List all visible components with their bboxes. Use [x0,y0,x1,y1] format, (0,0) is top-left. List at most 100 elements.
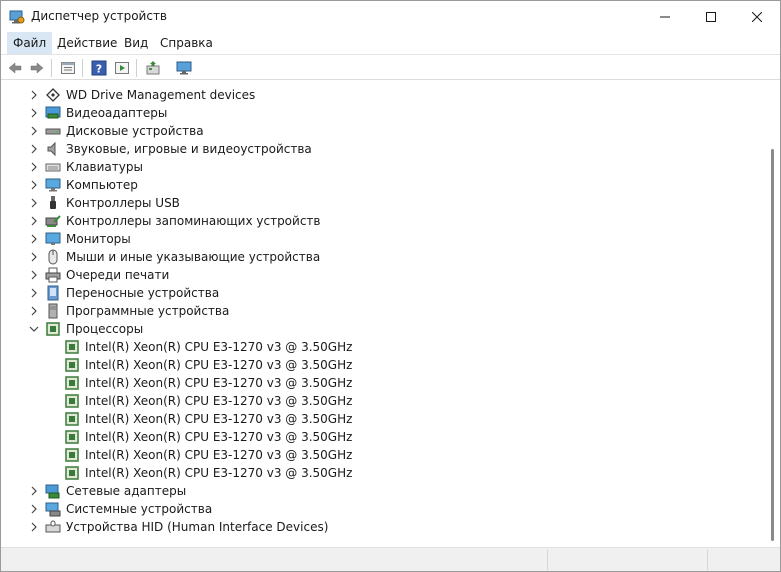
tree-device-item[interactable]: Intel(R) Xeon(R) CPU E3-1270 v3 @ 3.50GH… [1,338,761,356]
tree-category[interactable]: Мониторы [1,230,761,248]
run-button[interactable] [112,58,132,78]
tree-device-label: Intel(R) Xeon(R) CPU E3-1270 v3 @ 3.50GH… [85,448,353,462]
chevron-right-icon[interactable] [28,485,40,497]
chevron-right-icon[interactable] [28,89,40,101]
tree-category[interactable]: Процессоры [1,320,761,338]
processor-icon [64,411,80,427]
tree-category[interactable]: Дисковые устройства [1,122,761,140]
processor-icon [64,339,80,355]
processor-icon [64,447,80,463]
chevron-right-icon[interactable] [28,233,40,245]
tree-device-item[interactable]: Intel(R) Xeon(R) CPU E3-1270 v3 @ 3.50GH… [1,356,761,374]
tree-category[interactable]: Устройства HID (Human Interface Devices) [1,518,761,536]
close-button[interactable] [734,1,780,32]
chevron-right-icon[interactable] [28,107,40,119]
tree-category[interactable]: Клавиатуры [1,158,761,176]
chevron-right-icon[interactable] [28,521,40,533]
vertical-scrollbar[interactable] [766,81,780,547]
status-bar [1,547,780,571]
maximize-button[interactable] [688,1,734,32]
chevron-down-icon[interactable] [28,323,40,335]
tree-category-label: WD Drive Management devices [66,88,256,102]
chevron-right-icon[interactable] [28,287,40,299]
run-icon [115,62,129,74]
back-arrow-icon [8,62,22,74]
storage-controller-icon [45,213,61,229]
status-separator [707,550,708,570]
processor-icon [64,465,80,481]
toolbar: ? [1,54,780,80]
menu-view[interactable]: Вид [118,32,154,54]
tree-device-item[interactable]: Intel(R) Xeon(R) CPU E3-1270 v3 @ 3.50GH… [1,446,761,464]
processor-icon [45,321,61,337]
tree-category[interactable]: Контроллеры USB [1,194,761,212]
tree-category[interactable]: Компьютер [1,176,761,194]
processor-icon [64,393,80,409]
tree-category-label: Мыши и иные указывающие устройства [66,250,321,264]
update-driver-button[interactable] [143,58,163,78]
portable-device-icon [45,285,61,301]
properties-icon [61,62,75,74]
scan-hardware-button[interactable] [174,58,194,78]
chevron-right-icon[interactable] [28,251,40,263]
tree-device-item[interactable]: Intel(R) Xeon(R) CPU E3-1270 v3 @ 3.50GH… [1,410,761,428]
properties-button[interactable] [58,58,78,78]
minimize-button[interactable] [642,1,688,32]
tree-category-label: Процессоры [66,322,144,336]
usb-icon [45,195,61,211]
menu-bar: Файл Действие Вид Справка [1,32,780,54]
chevron-right-icon[interactable] [28,161,40,173]
monitor-icon [45,231,61,247]
disk-drive-icon [45,123,61,139]
tree-category[interactable]: Программные устройства [1,302,761,320]
chevron-right-icon[interactable] [28,503,40,515]
tree-category[interactable]: Системные устройства [1,500,761,518]
tree-category[interactable]: Сетевые адаптеры [1,482,761,500]
tree-category-label: Компьютер [66,178,138,192]
back-button[interactable] [5,58,25,78]
scan-hardware-icon [176,61,192,75]
tree-device-item[interactable]: Intel(R) Xeon(R) CPU E3-1270 v3 @ 3.50GH… [1,374,761,392]
chevron-right-icon[interactable] [28,197,40,209]
tree-category[interactable]: Очереди печати [1,266,761,284]
tree-category[interactable]: Контроллеры запоминающих устройств [1,212,761,230]
tree-category-label: Сетевые адаптеры [66,484,187,498]
toolbar-separator [82,59,83,77]
tree-device-label: Intel(R) Xeon(R) CPU E3-1270 v3 @ 3.50GH… [85,412,353,426]
chevron-right-icon[interactable] [28,179,40,191]
title-bar[interactable]: Диспетчер устройств [1,1,780,32]
status-separator [547,550,548,570]
tree-category[interactable]: Переносные устройства [1,284,761,302]
tree-category-label: Системные устройства [66,502,213,516]
tree-device-item[interactable]: Intel(R) Xeon(R) CPU E3-1270 v3 @ 3.50GH… [1,392,761,410]
chevron-right-icon[interactable] [28,143,40,155]
menu-help[interactable]: Справка [154,32,219,54]
tree-device-label: Intel(R) Xeon(R) CPU E3-1270 v3 @ 3.50GH… [85,340,353,354]
device-tree[interactable]: WD Drive Management devices Видеоадаптеры… [1,81,766,547]
close-icon [752,11,762,22]
processor-icon [64,429,80,445]
tree-device-label: Intel(R) Xeon(R) CPU E3-1270 v3 @ 3.50GH… [85,358,353,372]
forward-arrow-icon [30,62,44,74]
tree-category[interactable]: Мыши и иные указывающие устройства [1,248,761,266]
toolbar-separator [51,59,52,77]
tree-device-item[interactable]: Intel(R) Xeon(R) CPU E3-1270 v3 @ 3.50GH… [1,428,761,446]
forward-button[interactable] [27,58,47,78]
tree-category[interactable]: Видеоадаптеры [1,104,761,122]
chevron-right-icon[interactable] [28,215,40,227]
maximize-icon [706,11,716,22]
chevron-right-icon[interactable] [28,269,40,281]
tree-category[interactable]: Звуковые, игровые и видеоустройства [1,140,761,158]
tree-category-label: Клавиатуры [66,160,143,174]
tree-device-item[interactable]: Intel(R) Xeon(R) CPU E3-1270 v3 @ 3.50GH… [1,464,761,482]
vertical-scrollbar-thumb[interactable] [771,149,774,541]
menu-file[interactable]: Файл [7,32,53,54]
system-device-icon [45,501,61,517]
update-driver-icon [146,61,160,75]
minimize-icon [660,16,670,17]
help-button[interactable]: ? [89,58,109,78]
chevron-right-icon[interactable] [28,305,40,317]
tree-category[interactable]: WD Drive Management devices [1,86,761,104]
chevron-right-icon[interactable] [28,125,40,137]
menu-action[interactable]: Действие [51,32,123,54]
